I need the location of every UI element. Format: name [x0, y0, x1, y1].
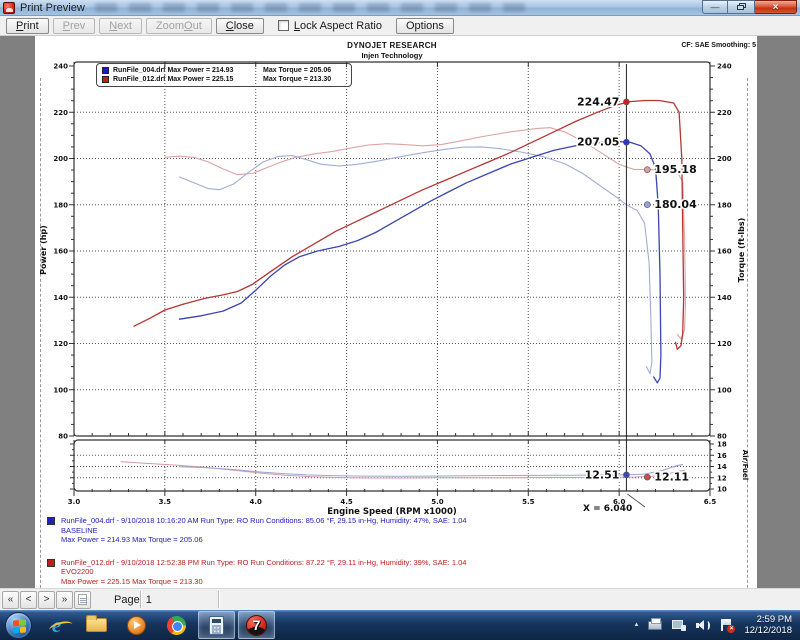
prev-button[interactable]: Prev: [53, 18, 96, 34]
legend-row-evo2200: RunFile_012.drf Max Power = 225.15 Max T…: [102, 76, 346, 83]
clock-time: 2:59 PM: [744, 614, 792, 625]
run-name: BASELINE: [61, 526, 727, 536]
chart-subtitle: Injen Technology: [74, 51, 710, 60]
statusbar-divider: [218, 591, 219, 608]
clock-date: 12/12/2018: [744, 625, 792, 636]
legend-torque: Max Torque = 213.30: [263, 76, 331, 83]
first-page-button[interactable]: «: [2, 591, 19, 609]
next-page-button[interactable]: >: [38, 591, 55, 609]
run-info-evo2200: RunFile_012.drf - 9/10/2018 12:52:38 PM …: [47, 558, 727, 587]
next-button[interactable]: Next: [99, 18, 142, 34]
app-icon: [3, 2, 15, 14]
print-preview-area: [0, 36, 800, 588]
action-center-icon[interactable]: ×: [721, 619, 732, 631]
legend-torque: Max Torque = 205.06: [263, 67, 331, 74]
start-button[interactable]: [5, 612, 32, 639]
taskbar-item-file-explorer[interactable]: [78, 611, 115, 639]
legend-swatch-blue: [102, 67, 109, 74]
run-swatch-blue: [47, 517, 55, 525]
smoothing-note: CF: SAE Smoothing: 5: [560, 42, 756, 49]
lock-aspect-checkbox[interactable]: [278, 20, 289, 31]
taskbar: e 7 ▲ × 2:59 PM 12/12/2018: [0, 610, 800, 640]
window-title: Print Preview: [20, 2, 85, 14]
taskbar-item-internet-explorer[interactable]: e: [38, 611, 75, 639]
chart-legend: RunFile_004.drf Max Power = 214.93 Max T…: [96, 63, 352, 87]
close-preview-button[interactable]: Close: [216, 18, 264, 34]
run-name: EVO2200: [61, 567, 727, 577]
restore-icon: [737, 3, 746, 11]
run-conditions: RunFile_004.drf - 9/10/2018 10:16:20 AM …: [61, 516, 727, 526]
run-conditions: RunFile_012.drf - 9/10/2018 12:52:38 PM …: [61, 558, 727, 568]
right-margin-guide: [747, 78, 748, 618]
options-button[interactable]: Options: [396, 18, 454, 34]
close-button[interactable]: ×: [755, 0, 797, 14]
taskbar-item-winpep[interactable]: 7: [238, 611, 275, 639]
chrome-icon: [167, 616, 186, 635]
legend-text: RunFile_004.drf Max Power = 214.93: [113, 67, 263, 74]
calculator-icon: [209, 616, 224, 635]
statusbar-divider: [140, 591, 141, 608]
run-maxvalues: Max Power = 214.93 Max Torque = 205.06: [61, 535, 727, 545]
minimize-button[interactable]: —: [702, 0, 728, 14]
run-info-baseline: RunFile_004.drf - 9/10/2018 10:16:20 AM …: [47, 516, 727, 545]
network-tray-icon[interactable]: [672, 620, 686, 631]
winpep-7-icon: 7: [246, 615, 267, 636]
prev-page-button[interactable]: <: [20, 591, 37, 609]
taskbar-item-media-player[interactable]: [118, 611, 155, 639]
printer-tray-icon[interactable]: [648, 621, 662, 630]
zoom-out-button[interactable]: Zoom Out: [146, 18, 212, 34]
taskbar-clock[interactable]: 2:59 PM 12/12/2018: [744, 614, 792, 636]
page-icon: [78, 594, 87, 605]
internet-explorer-icon: e: [52, 615, 61, 635]
run-info-block: RunFile_004.drf - 9/10/2018 10:16:20 AM …: [47, 516, 727, 599]
windows-logo-icon: [13, 619, 26, 633]
run-swatch-red: [47, 559, 55, 567]
title-bar[interactable]: Print Preview — ×: [0, 0, 800, 16]
taskbar-item-chrome[interactable]: [158, 611, 195, 639]
volume-tray-icon[interactable]: [696, 620, 711, 631]
taskbar-item-calculator[interactable]: [198, 611, 235, 639]
left-margin-guide: [40, 78, 41, 618]
print-button[interactable]: Print: [6, 18, 49, 34]
page-setup-button[interactable]: [74, 591, 91, 609]
page-number-label: Page: 1: [114, 594, 152, 606]
system-tray: ▲ × 2:59 PM 12/12/2018: [634, 610, 800, 640]
folder-icon: [86, 618, 107, 632]
preview-page: [35, 36, 757, 588]
restore-button[interactable]: [728, 0, 755, 14]
media-player-icon: [127, 616, 146, 635]
legend-row-baseline: RunFile_004.drf Max Power = 214.93 Max T…: [102, 67, 346, 74]
run-maxvalues: Max Power = 225.15 Max Torque = 213.30: [61, 577, 727, 587]
legend-text: RunFile_012.drf Max Power = 225.15: [113, 76, 263, 83]
toolbar: Print Prev Next Zoom Out Close Lock Aspe…: [0, 16, 800, 36]
show-hidden-icons-button[interactable]: ▲: [634, 622, 640, 628]
last-page-button[interactable]: »: [56, 591, 73, 609]
lock-aspect-label: Lock Aspect Ratio: [294, 20, 382, 32]
blurred-document-path: [95, 3, 525, 12]
status-bar: « < > » Page: 1: [0, 588, 800, 610]
legend-swatch-red: [102, 76, 109, 83]
